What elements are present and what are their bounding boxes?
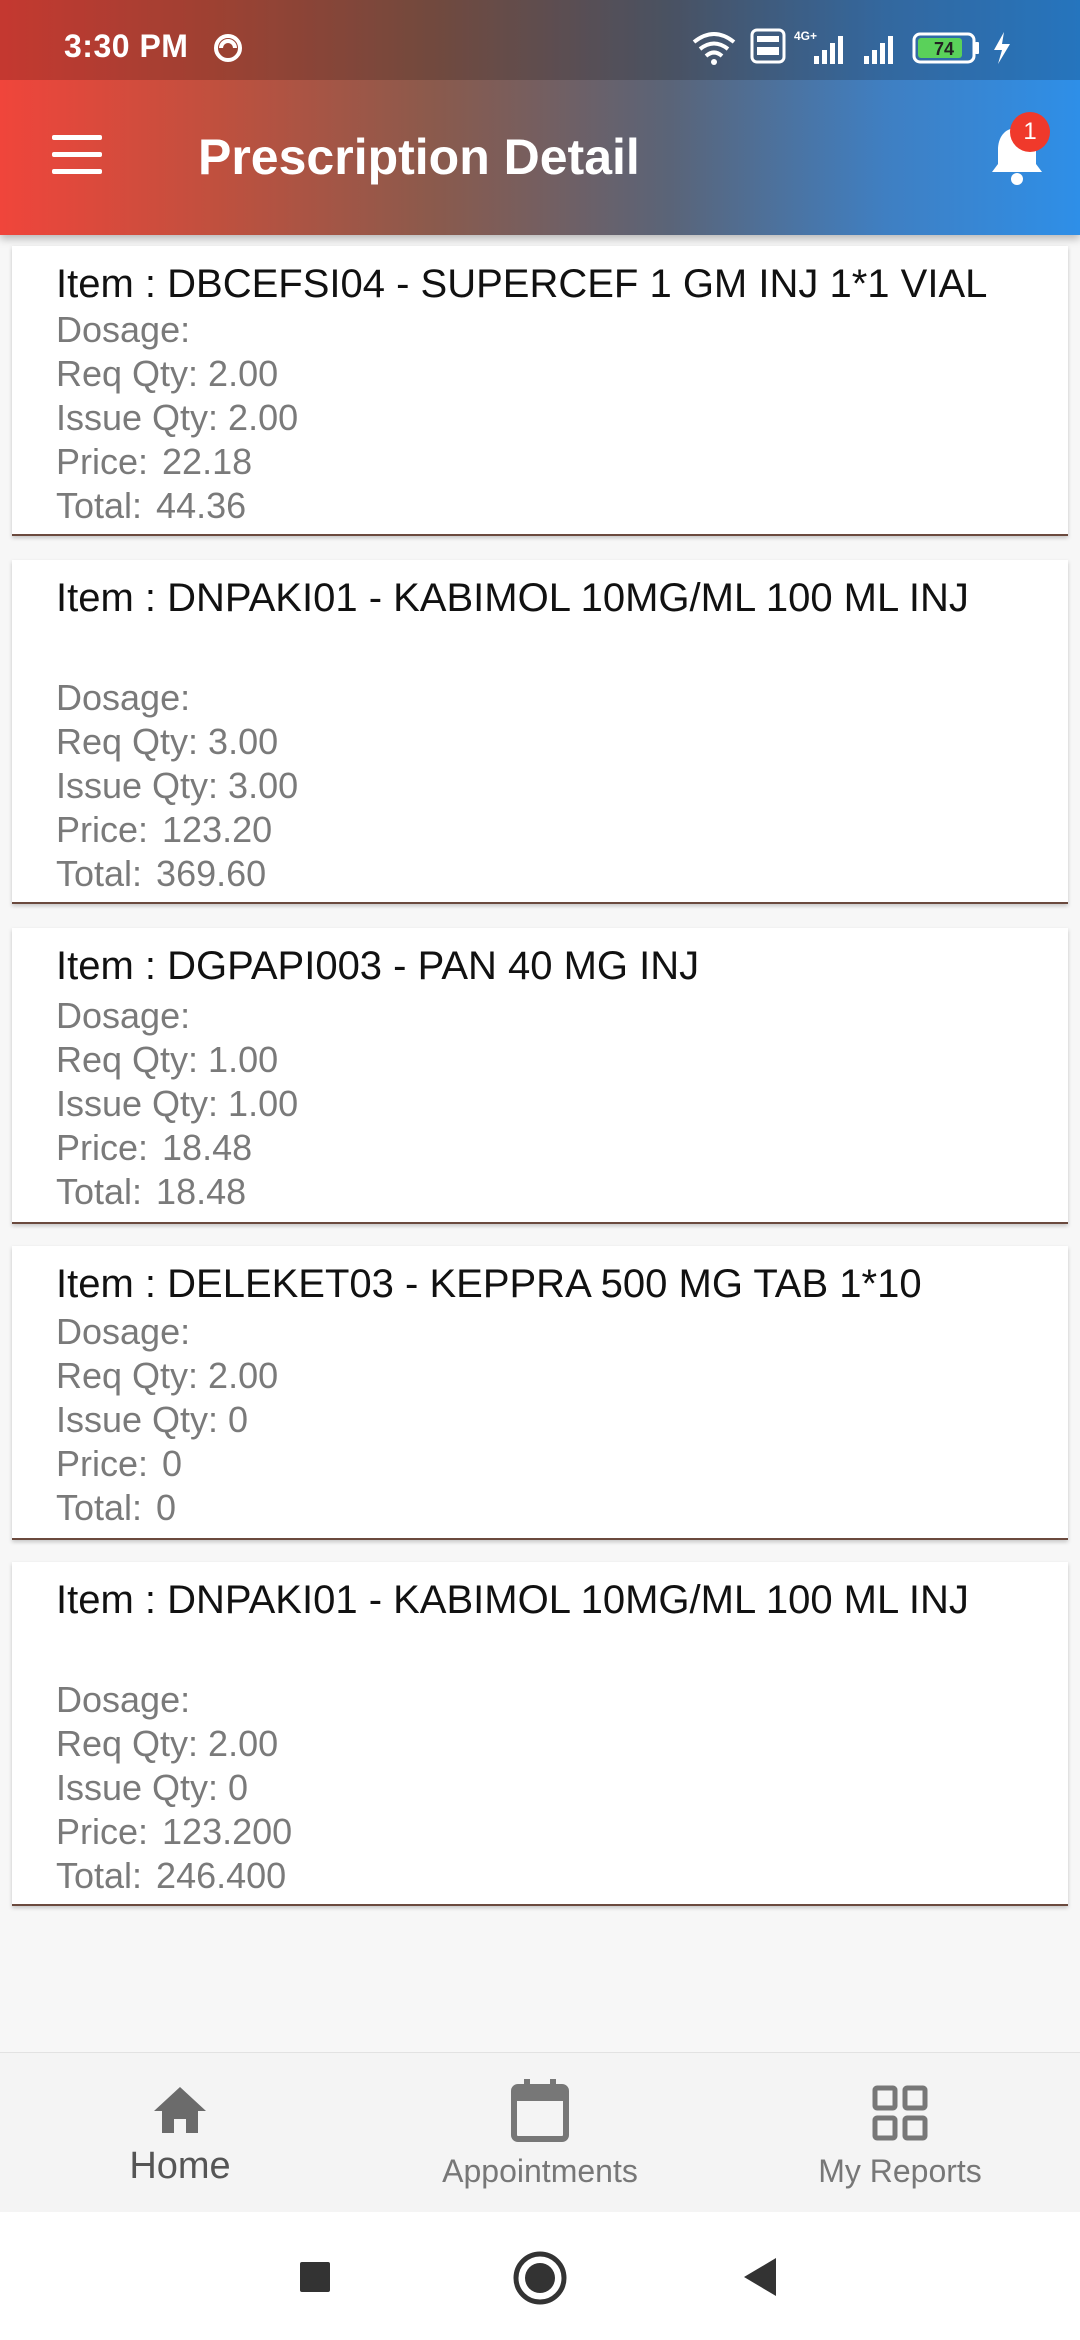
app-header: 3:30 PM 4G+ 74 Prescription Detail 1 <box>0 0 1080 235</box>
nav-label-home: Home <box>129 2145 231 2187</box>
back-icon[interactable] <box>740 2256 780 2298</box>
item-dosage: Dosage: <box>56 1311 191 1352</box>
price-value: 0 <box>162 1443 183 1484</box>
menu-button[interactable] <box>50 135 106 179</box>
item-req-qty: Req Qty: 3.00 <box>56 721 279 762</box>
price-label: Price: <box>56 1811 149 1852</box>
item-title: Item : DGPAPI003 - PAN 40 MG INJ <box>56 944 700 988</box>
hamburger-icon-line <box>52 152 102 157</box>
volte-icon <box>750 28 786 64</box>
item-price: Price: 123.20 <box>56 808 272 852</box>
item-total: Total: 369.60 <box>56 852 266 896</box>
price-label: Price: <box>56 809 149 850</box>
price-label: Price: <box>56 1127 149 1168</box>
item-total: Total: 0 <box>56 1486 176 1530</box>
item-dosage: Dosage: <box>56 995 191 1036</box>
system-navigation-bar <box>0 2212 1080 2340</box>
hamburger-icon-line <box>52 169 102 174</box>
battery-level: 74 <box>934 39 954 59</box>
prescription-item-card: Item : DGPAPI003 - PAN 40 MG INJ Dosage:… <box>12 928 1068 1224</box>
notification-badge: 1 <box>1010 112 1050 152</box>
total-value: 44.36 <box>156 485 247 526</box>
item-issue-qty: Issue Qty: 1.00 <box>56 1083 299 1124</box>
battery-icon: 74 <box>912 32 979 64</box>
item-dosage: Dosage: <box>56 1679 191 1720</box>
item-title: Item : DNPAKI01 - KABIMOL 10MG/ML 100 ML… <box>56 576 969 620</box>
item-dosage: Dosage: <box>56 309 191 350</box>
total-value: 246.400 <box>156 1855 287 1896</box>
nav-label-appointments: Appointments <box>442 2153 638 2189</box>
price-value: 18.48 <box>162 1127 253 1168</box>
network-type-label: 4G+ <box>794 29 817 43</box>
item-issue-qty: Issue Qty: 0 <box>56 1767 249 1808</box>
item-price: Price: 123.200 <box>56 1810 292 1854</box>
prescription-item-card: Item : DELEKET03 - KEPPRA 500 MG TAB 1*1… <box>12 1246 1068 1540</box>
item-issue-qty: Issue Qty: 3.00 <box>56 765 299 806</box>
item-issue-qty: Issue Qty: 0 <box>56 1399 249 1440</box>
page-title: Prescription Detail <box>198 129 640 185</box>
total-value: 369.60 <box>156 853 267 894</box>
status-icons: 4G+ 74 <box>690 28 1030 68</box>
item-title: Item : DELEKET03 - KEPPRA 500 MG TAB 1*1… <box>56 1262 922 1306</box>
item-total: Total: 246.400 <box>56 1854 286 1898</box>
bottom-navigation: Home Appointments My Reports <box>0 2052 1080 2212</box>
item-title: Item : DBCEFSI04 - SUPERCEF 1 GM INJ 1*1… <box>56 262 988 306</box>
recents-icon[interactable] <box>298 2260 332 2294</box>
item-total: Total: 18.48 <box>56 1170 246 1214</box>
item-price: Price: 18.48 <box>56 1126 252 1170</box>
price-value: 123.200 <box>162 1811 293 1852</box>
home-icon <box>154 2087 206 2133</box>
total-label: Total: <box>56 853 143 894</box>
item-issue-qty: Issue Qty: 2.00 <box>56 397 299 438</box>
home-circle-icon[interactable] <box>512 2250 568 2306</box>
wifi-icon <box>692 32 736 65</box>
item-price: Price: 0 <box>56 1442 182 1486</box>
prescription-item-card: Item : DNPAKI01 - KABIMOL 10MG/ML 100 ML… <box>12 560 1068 904</box>
item-total: Total: 44.36 <box>56 484 246 528</box>
item-title: Item : DNPAKI01 - KABIMOL 10MG/ML 100 ML… <box>56 1578 969 1622</box>
total-label: Total: <box>56 1487 143 1528</box>
total-value: 18.48 <box>156 1171 247 1212</box>
signal-4g-icon: 4G+ <box>794 29 843 64</box>
price-label: Price: <box>56 441 149 482</box>
grid-icon <box>872 2085 928 2141</box>
price-value: 123.20 <box>162 809 273 850</box>
item-req-qty: Req Qty: 2.00 <box>56 1723 279 1764</box>
nav-item-appointments[interactable]: Appointments <box>360 2053 720 2213</box>
charging-icon <box>994 32 1010 64</box>
item-req-qty: Req Qty: 2.00 <box>56 353 279 394</box>
nav-item-my-reports[interactable]: My Reports <box>720 2053 1080 2213</box>
hamburger-icon-line <box>52 135 102 140</box>
nav-label-my-reports: My Reports <box>818 2153 982 2189</box>
item-dosage: Dosage: <box>56 677 191 718</box>
status-time: 3:30 PM <box>64 28 189 64</box>
signal-icon <box>864 36 893 64</box>
price-value: 22.18 <box>162 441 253 482</box>
prescription-item-card: Item : DNPAKI01 - KABIMOL 10MG/ML 100 ML… <box>12 1562 1068 1906</box>
total-value: 0 <box>156 1487 177 1528</box>
item-req-qty: Req Qty: 1.00 <box>56 1039 279 1080</box>
total-label: Total: <box>56 485 143 526</box>
dnd-icon <box>214 34 242 62</box>
total-label: Total: <box>56 1855 143 1896</box>
nav-item-home[interactable]: Home <box>0 2053 360 2213</box>
calendar-icon <box>511 2079 569 2142</box>
total-label: Total: <box>56 1171 143 1212</box>
prescription-item-card: Item : DBCEFSI04 - SUPERCEF 1 GM INJ 1*1… <box>12 246 1068 536</box>
item-price: Price: 22.18 <box>56 440 252 484</box>
price-label: Price: <box>56 1443 149 1484</box>
item-req-qty: Req Qty: 2.00 <box>56 1355 279 1396</box>
